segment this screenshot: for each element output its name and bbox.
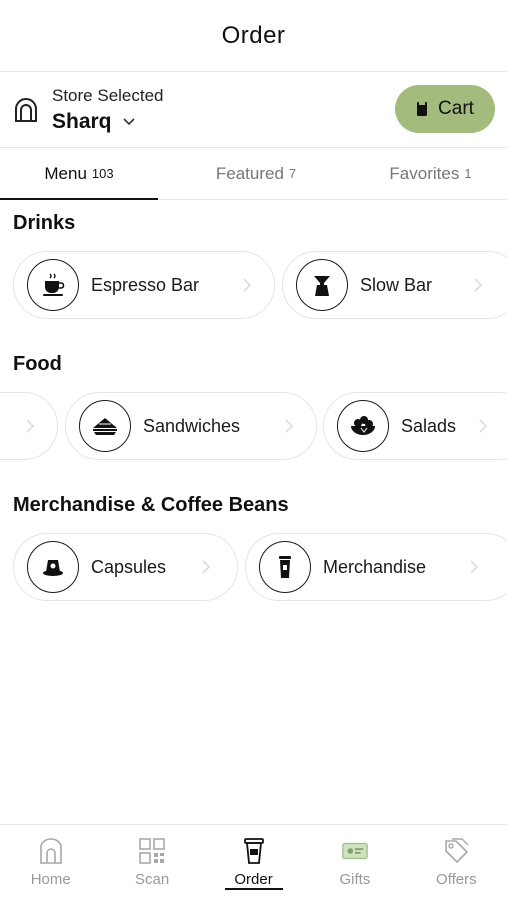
category-partial[interactable] [0,392,58,460]
category-label: Espresso Bar [91,274,200,295]
tab-favorites-label: Favorites [389,163,460,183]
gift-card-icon [341,837,369,865]
nav-order[interactable]: Order [203,825,304,900]
tab-featured-count: 7 [288,166,297,181]
section-title-merchandise: Merchandise & Coffee Beans [13,494,289,516]
food-row[interactable]: Sandwiches Salads [0,392,507,462]
merchandise-row[interactable]: Capsules Merchandise [0,533,507,603]
chevron-right-icon [285,419,294,433]
chevron-down-icon [122,115,136,129]
store-name: Sharq [52,109,112,133]
qr-code-icon [138,837,166,865]
store-arch-icon [12,96,40,124]
bottom-navigation: Home Scan Order Gifts Offers [0,824,507,900]
capsule-icon [27,541,79,593]
nav-label: Offers [436,871,477,888]
section-drinks: Drinks Espresso Bar Slow Bar [0,212,507,321]
cup-icon [240,837,268,865]
store-selector-bar: Store Selected Sharq Cart [0,72,507,148]
menu-tabs: Menu 103 Featured 7 Favorites 1 [0,148,507,200]
app-header: Order [0,0,507,72]
category-label: Salads [401,415,457,436]
category-label: Sandwiches [143,415,241,436]
tumbler-icon [259,541,311,593]
tag-icon [442,837,470,865]
tab-featured-label: Featured [215,163,284,183]
section-merchandise: Merchandise & Coffee Beans Capsules Merc… [0,494,507,603]
nav-home[interactable]: Home [0,825,101,900]
section-title-drinks: Drinks [13,212,76,234]
chevron-right-icon [243,278,252,292]
chevron-right-icon [26,419,35,433]
category-capsules[interactable]: Capsules [13,533,238,601]
cart-bag-icon [416,101,428,117]
category-label: Slow Bar [360,274,433,295]
nav-label: Home [30,871,71,888]
home-icon [37,837,65,865]
category-slow-bar[interactable]: Slow Bar [282,251,507,319]
nav-label: Gifts [339,871,371,888]
chevron-right-icon [202,560,211,574]
tab-favorites-count: 1 [464,166,472,181]
category-sandwiches[interactable]: Sandwiches [65,392,317,460]
tab-favorites[interactable]: Favorites 1 [354,148,507,199]
cart-label: Cart [438,98,474,119]
store-selected-label: Store Selected [52,85,164,105]
coffee-cup-icon [27,259,79,311]
tab-menu-count: 103 [91,166,114,181]
chevron-right-icon [474,278,483,292]
sandwich-icon [79,400,131,452]
chevron-right-icon [470,560,479,574]
category-espresso-bar[interactable]: Espresso Bar [13,251,275,319]
cart-button[interactable]: Cart [395,85,495,133]
tab-featured[interactable]: Featured 7 [158,148,354,199]
store-dropdown[interactable]: Sharq [52,110,164,134]
drinks-row[interactable]: Espresso Bar Slow Bar [0,251,507,321]
category-merchandise[interactable]: Merchandise [245,533,507,601]
tab-menu-label: Menu [44,163,87,183]
page-title: Order [221,21,286,49]
category-label: Capsules [91,556,167,577]
nav-offers[interactable]: Offers [406,825,507,900]
nav-label: Scan [135,871,170,888]
section-food: Food Sandwiches Salads [0,353,507,462]
section-title-food: Food [13,353,62,375]
nav-label: Order [234,871,273,888]
tab-menu[interactable]: Menu 103 [0,148,158,200]
nav-scan[interactable]: Scan [101,825,202,900]
active-nav-underline [224,888,283,890]
category-label: Merchandise [323,556,427,577]
salad-bowl-icon [337,400,389,452]
category-salads[interactable]: Salads [323,392,507,460]
nav-gifts[interactable]: Gifts [304,825,405,900]
chevron-right-icon [479,419,488,433]
pour-over-icon [296,259,348,311]
